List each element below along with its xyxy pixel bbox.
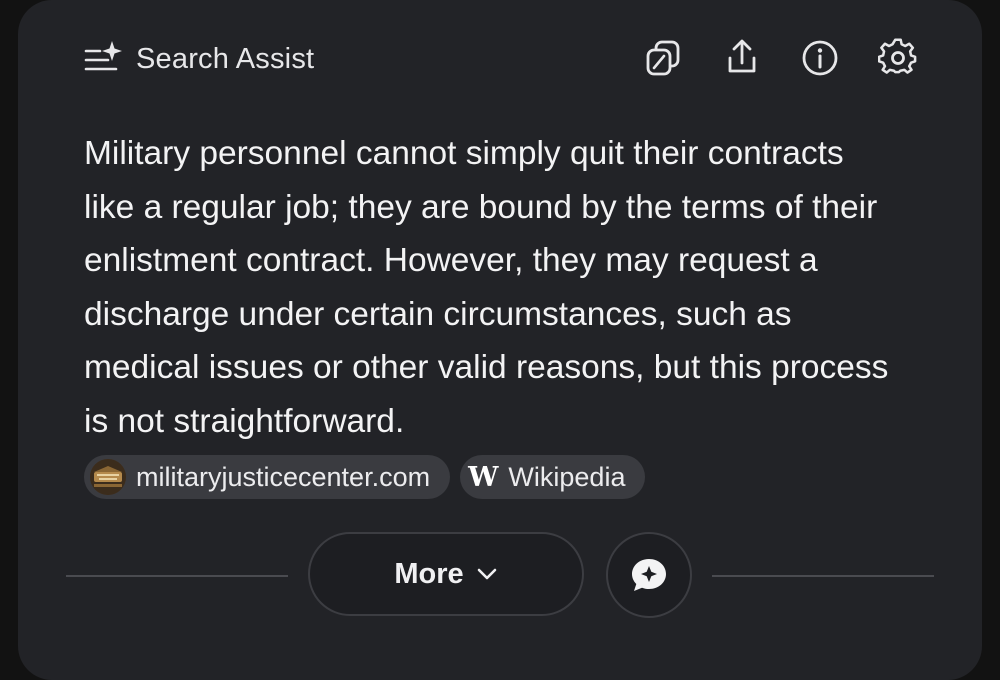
answer-line: enlistment contract. However, they may r… [84,242,818,279]
assist-answer-text: Military personnel cannot simply quit th… [84,127,964,448]
source-label: Wikipedia [508,461,626,492]
share-icon[interactable] [722,38,762,78]
settings-icon[interactable] [878,38,918,78]
divider-left [66,575,288,577]
header-actions [644,38,918,78]
more-button-label: More [394,557,464,590]
chevron-down-icon [477,568,496,580]
divider-right [712,575,934,577]
more-button[interactable]: More [308,532,584,616]
military-justice-center-favicon [90,459,126,495]
source-chip-wikipedia[interactable]: W Wikipedia [460,455,646,499]
search-assist-title: Search Assist [136,42,315,75]
wikipedia-w-icon: W [468,461,499,493]
source-chip-militaryjusticecenter[interactable]: militaryjusticecenter.com [84,455,451,499]
copy-icon[interactable] [644,38,684,78]
source-chips: militaryjusticecenter.com W Wikipedia [84,455,646,499]
answer-line: like a regular job; they are bound by th… [84,188,878,226]
chat-sparkle-icon [632,559,666,591]
source-label: militaryjusticecenter.com [136,461,431,492]
answer-line: is not straightforward. [84,402,405,440]
answer-line: discharge under certain circumstances, s… [84,295,792,333]
answer-line: medical issues or other valid reasons, b… [84,349,889,386]
chat-button[interactable] [606,532,692,618]
search-assist-card: Search Assist Military personnel cannot … [18,0,982,680]
search-assist-header: Search Assist [84,38,314,80]
info-icon[interactable] [800,38,840,78]
answer-line: Military personnel cannot simply quit th… [84,135,844,172]
sparkle-list-icon [84,39,124,80]
